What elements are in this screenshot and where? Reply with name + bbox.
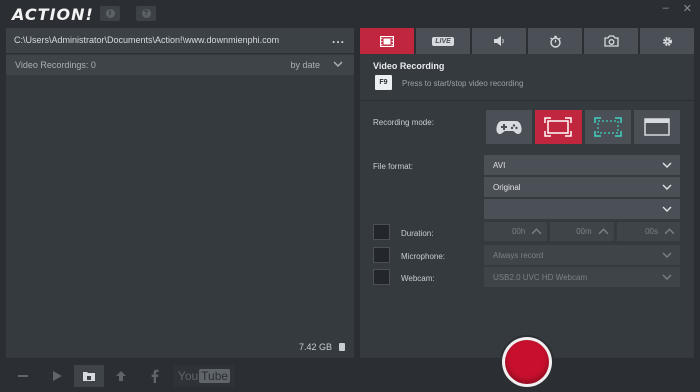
duration-seconds-field[interactable]: 00s xyxy=(616,222,680,241)
live-icon: LIVE xyxy=(432,36,454,46)
microphone-label: Microphone: xyxy=(401,252,446,261)
chevron-down-icon xyxy=(662,252,672,258)
recording-mode-label: Recording mode: xyxy=(373,118,434,127)
folder-icon xyxy=(83,372,95,381)
window-mode-button[interactable] xyxy=(633,110,680,144)
microphone-checkbox[interactable] xyxy=(373,247,390,263)
tab-settings[interactable] xyxy=(640,28,694,54)
disk-icon xyxy=(339,343,345,351)
recording-mode-group xyxy=(486,110,680,144)
speaker-icon xyxy=(494,36,504,46)
quality-value: Original xyxy=(493,183,521,192)
record-button[interactable] xyxy=(500,335,554,389)
chevron-down-icon xyxy=(662,206,672,212)
upload-button[interactable] xyxy=(106,365,136,387)
recordings-panel: C:\Users\Administrator\Documents\Action!… xyxy=(6,28,354,358)
duration-fields: 00h 00m 00s xyxy=(484,222,680,241)
tab-screenshot[interactable] xyxy=(584,28,638,54)
chevron-down-icon[interactable] xyxy=(332,58,344,70)
window-icon xyxy=(644,118,670,136)
delete-button[interactable] xyxy=(8,365,38,387)
title-bar: ACTION! i ? – ✕ xyxy=(0,0,700,28)
minus-icon xyxy=(18,375,28,377)
quality-select[interactable]: Original xyxy=(484,177,680,197)
duration-hours-field[interactable]: 00h xyxy=(484,222,548,241)
file-format-label: File format: xyxy=(373,162,414,171)
upload-icon xyxy=(116,371,126,381)
youtube-label-tube: Tube xyxy=(199,369,231,383)
facebook-button[interactable] xyxy=(140,365,170,387)
webcam-label: Webcam: xyxy=(401,274,435,283)
chevron-up-icon[interactable] xyxy=(531,226,542,237)
youtube-label-you: You xyxy=(177,369,199,383)
gamepad-icon xyxy=(496,121,522,134)
webcam-value: USB2.0 UVC HD Webcam xyxy=(493,273,588,282)
fullscreen-icon xyxy=(544,117,573,137)
webcam-checkbox[interactable] xyxy=(373,269,390,285)
file-format-select[interactable]: AVI xyxy=(484,155,680,175)
app-logo: ACTION! xyxy=(12,5,94,24)
bottom-toolbar: You Tube xyxy=(0,360,700,392)
path-bar: C:\Users\Administrator\Documents\Action!… xyxy=(6,28,354,54)
window-controls: – ✕ xyxy=(663,2,692,15)
duration-seconds: 00s xyxy=(645,227,658,236)
chevron-down-icon xyxy=(662,274,672,280)
section-title: Video Recording xyxy=(373,61,445,71)
codec-select[interactable] xyxy=(484,199,680,219)
play-icon xyxy=(53,371,62,381)
duration-minutes-field[interactable]: 00m xyxy=(550,222,614,241)
close-button[interactable]: ✕ xyxy=(683,2,692,15)
hotkey-badge[interactable]: F9 xyxy=(375,75,392,90)
webcam-select[interactable]: USB2.0 UVC HD Webcam xyxy=(484,267,680,287)
play-button[interactable] xyxy=(42,365,72,387)
facebook-icon xyxy=(151,369,159,383)
record-icon xyxy=(502,337,552,387)
stopwatch-icon xyxy=(549,35,561,48)
active-screen-mode-button[interactable] xyxy=(535,110,582,144)
duration-checkbox[interactable] xyxy=(373,224,390,240)
disk-free-space: 7.42 GB xyxy=(298,342,332,352)
chevron-up-icon[interactable] xyxy=(664,226,675,237)
duration-label: Duration: xyxy=(401,229,434,238)
duration-minutes: 00m xyxy=(576,227,592,236)
chevron-down-icon xyxy=(662,184,672,190)
info-icon[interactable]: i xyxy=(100,6,120,21)
disk-space-bar: 7.42 GB xyxy=(6,336,354,358)
microphone-value: Always record xyxy=(493,251,544,260)
tab-live[interactable]: LIVE xyxy=(416,28,470,54)
hotkey-description: Press to start/stop video recording xyxy=(402,79,524,88)
duration-hours: 00h xyxy=(511,227,526,236)
browse-path-button[interactable]: ... xyxy=(332,32,345,46)
recordings-path: C:\Users\Administrator\Documents\Action!… xyxy=(14,35,280,45)
settings-panel: LIVE Video Recording F9 Press to start/s… xyxy=(360,28,694,358)
help-icon[interactable]: ? xyxy=(136,6,156,21)
minimize-button[interactable]: – xyxy=(663,2,669,15)
gear-icon xyxy=(662,36,672,46)
microphone-select[interactable]: Always record xyxy=(484,245,680,265)
file-format-value: AVI xyxy=(493,161,506,170)
film-icon xyxy=(380,35,394,47)
tab-benchmark[interactable] xyxy=(528,28,582,54)
tab-audio[interactable] xyxy=(472,28,526,54)
camera-icon xyxy=(603,35,619,47)
recordings-list[interactable] xyxy=(6,75,354,335)
list-header: Video Recordings: 0 by date xyxy=(6,55,354,75)
tab-strip: LIVE xyxy=(360,28,694,54)
youtube-button[interactable]: You Tube xyxy=(174,365,234,387)
divider xyxy=(360,100,694,101)
chevron-up-icon[interactable] xyxy=(598,226,609,237)
tab-video-recording[interactable] xyxy=(360,28,414,54)
open-folder-button[interactable] xyxy=(74,365,104,387)
recordings-count: Video Recordings: 0 xyxy=(15,60,96,70)
chevron-down-icon xyxy=(662,162,672,168)
region-select-icon xyxy=(593,117,622,137)
game-mode-button[interactable] xyxy=(486,110,533,144)
sort-dropdown[interactable]: by date xyxy=(290,60,320,70)
region-mode-button[interactable] xyxy=(584,110,631,144)
